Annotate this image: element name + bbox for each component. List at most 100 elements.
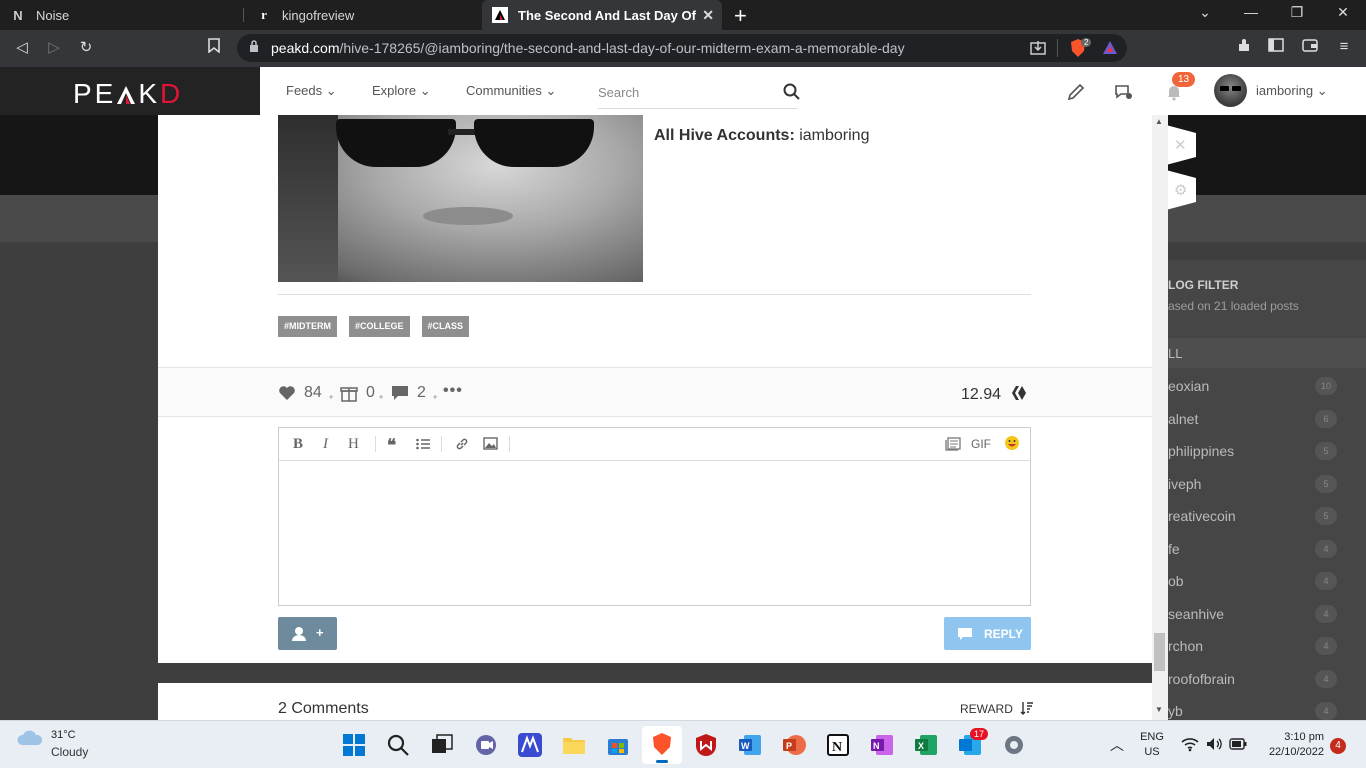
reply-button[interactable]: REPLY <box>944 617 1031 650</box>
bold-button[interactable]: B <box>293 436 303 453</box>
comments-button[interactable]: 2 <box>391 384 426 402</box>
italic-button[interactable]: I <box>323 436 328 453</box>
language-indicator[interactable]: ENG US <box>1139 730 1165 760</box>
mcafee-icon[interactable] <box>694 733 718 757</box>
tag-class[interactable]: #CLASS <box>421 316 470 337</box>
hive-accounts-line: All Hive Accounts: iamboring <box>654 127 870 144</box>
tag-college[interactable]: #COLLEGE <box>349 316 410 337</box>
battery-icon[interactable] <box>1229 738 1247 750</box>
nav-communities[interactable]: Communities ⌄ <box>466 83 556 99</box>
tip-button[interactable]: 0 <box>340 384 375 402</box>
reply-textarea[interactable] <box>279 462 1030 605</box>
teams-chat-icon[interactable] <box>474 733 498 757</box>
volume-icon[interactable] <box>1205 736 1223 752</box>
filter-item[interactable]: fe 4 <box>1168 535 1366 565</box>
tab-noise[interactable]: N Noise <box>0 0 240 30</box>
search-input[interactable]: Search <box>598 81 798 109</box>
page-scrollbar[interactable]: ▲ ▼ <box>1152 115 1168 720</box>
link-icon[interactable] <box>455 437 469 451</box>
tag-midterm[interactable]: #MIDTERM <box>278 316 337 337</box>
clock[interactable]: 3:10 pm 22/10/2022 <box>1262 730 1324 760</box>
restore-icon[interactable]: ❐ <box>1287 4 1307 21</box>
tab-search-chevron-icon[interactable]: ⌄ <box>1195 4 1215 21</box>
url-field[interactable]: peakd.com/hive-178265/@iamboring/the-sec… <box>237 34 1127 62</box>
back-icon[interactable]: ◁ <box>12 38 32 56</box>
heading-button[interactable]: H <box>348 436 359 453</box>
wallet-icon[interactable] <box>1300 38 1320 56</box>
brave-shield-icon[interactable]: 2 <box>1069 38 1092 63</box>
extensions-icon[interactable] <box>1234 38 1254 58</box>
sidebar-icon[interactable] <box>1266 38 1286 56</box>
tab-active-post[interactable]: The Second And Last Day Of Our ✕ <box>482 0 722 30</box>
nav-feeds[interactable]: Feeds ⌄ <box>286 83 337 99</box>
bookmark-icon[interactable] <box>204 38 224 57</box>
menu-icon[interactable]: ≡ <box>1334 38 1354 55</box>
brave-rewards-icon[interactable] <box>1101 39 1119 57</box>
vote-button[interactable]: 84 <box>278 384 322 402</box>
peakd-logo-a-mark <box>116 80 138 112</box>
tray-chevron-icon[interactable]: ︿ <box>1110 735 1124 755</box>
notification-center-badge[interactable]: 4 <box>1330 738 1346 754</box>
task-view-icon[interactable] <box>430 733 454 757</box>
close-window-icon[interactable]: ✕ <box>1333 4 1353 21</box>
app-m-icon[interactable] <box>518 733 542 757</box>
gif-button[interactable]: GIF <box>971 437 991 451</box>
tab-divider <box>243 8 244 22</box>
chevron-down-icon: ⌄ <box>325 83 337 98</box>
filter-item[interactable]: eoxian 10 <box>1168 372 1366 402</box>
scroll-up-icon[interactable]: ▲ <box>1155 117 1163 126</box>
emoji-icon[interactable] <box>1004 435 1020 451</box>
chat-icon[interactable] <box>1114 82 1134 102</box>
write-post-icon[interactable] <box>1066 82 1086 102</box>
address-bar-row: ◁ ▷ ↻ peakd.com/hive-178265/@iamboring/t… <box>0 30 1366 67</box>
minimize-icon[interactable]: — <box>1241 4 1261 20</box>
new-tab-button[interactable]: + <box>734 3 747 29</box>
quote-icon[interactable]: ❝ <box>387 436 396 456</box>
scroll-down-icon[interactable]: ▼ <box>1155 705 1163 714</box>
more-options-icon[interactable]: ••• <box>443 382 463 400</box>
search-icon[interactable] <box>386 733 410 757</box>
payout-value[interactable]: 12.94 <box>961 384 1028 404</box>
filter-item[interactable]: ob 4 <box>1168 567 1366 597</box>
filter-item[interactable]: philippines 5 <box>1168 437 1366 467</box>
tab-label: The Second And Last Day Of Our <box>518 7 698 23</box>
filter-item[interactable]: rchon 4 <box>1168 632 1366 662</box>
filter-item[interactable]: roofofbrain 4 <box>1168 665 1366 695</box>
nav-explore[interactable]: Explore ⌄ <box>372 83 431 99</box>
scroll-thumb[interactable] <box>1154 633 1165 671</box>
word-icon[interactable]: W <box>738 733 762 757</box>
brave-taskbar-button[interactable] <box>642 726 682 764</box>
sort-comments-button[interactable]: REWARD <box>960 701 1034 716</box>
notion-icon[interactable]: N <box>826 733 850 757</box>
forward-icon[interactable]: ▷ <box>44 38 64 56</box>
reload-icon[interactable]: ↻ <box>76 38 96 56</box>
onenote-icon[interactable]: N <box>870 733 894 757</box>
file-explorer-icon[interactable] <box>562 733 586 757</box>
excel-icon[interactable]: X <box>914 733 938 757</box>
list-icon[interactable] <box>416 438 430 450</box>
peakd-logo[interactable]: PE KD <box>73 78 183 110</box>
filter-item[interactable]: yb 4 <box>1168 697 1366 720</box>
hive-account-link[interactable]: iamboring <box>799 127 869 144</box>
avatar[interactable] <box>1214 74 1247 107</box>
close-tab-icon[interactable]: ✕ <box>702 7 714 24</box>
powerpoint-icon[interactable]: P <box>782 733 806 757</box>
ms-store-icon[interactable] <box>606 733 630 757</box>
windows-start-icon[interactable] <box>342 733 366 757</box>
filter-item[interactable]: iveph 5 <box>1168 470 1366 500</box>
snippets-icon[interactable] <box>945 437 961 451</box>
tab-kingofreview[interactable]: r kingofreview <box>246 0 480 30</box>
filter-item[interactable]: alnet 6 <box>1168 405 1366 435</box>
install-app-icon[interactable] <box>1029 39 1047 57</box>
filter-item[interactable]: reativecoin 5 <box>1168 502 1366 532</box>
settings-gear-icon[interactable] <box>1002 733 1026 757</box>
weather-widget[interactable]: 31°C Cloudy <box>16 729 88 759</box>
image-icon[interactable] <box>483 437 498 450</box>
search-icon[interactable] <box>782 82 802 102</box>
username-menu[interactable]: iamboring ⌄ <box>1256 83 1328 99</box>
filter-all[interactable]: LL <box>1168 338 1366 368</box>
filter-item[interactable]: seanhive 4 <box>1168 600 1366 630</box>
wifi-icon[interactable] <box>1181 736 1199 752</box>
svg-text:W: W <box>741 741 750 751</box>
beneficiaries-button[interactable]: + <box>278 617 337 650</box>
